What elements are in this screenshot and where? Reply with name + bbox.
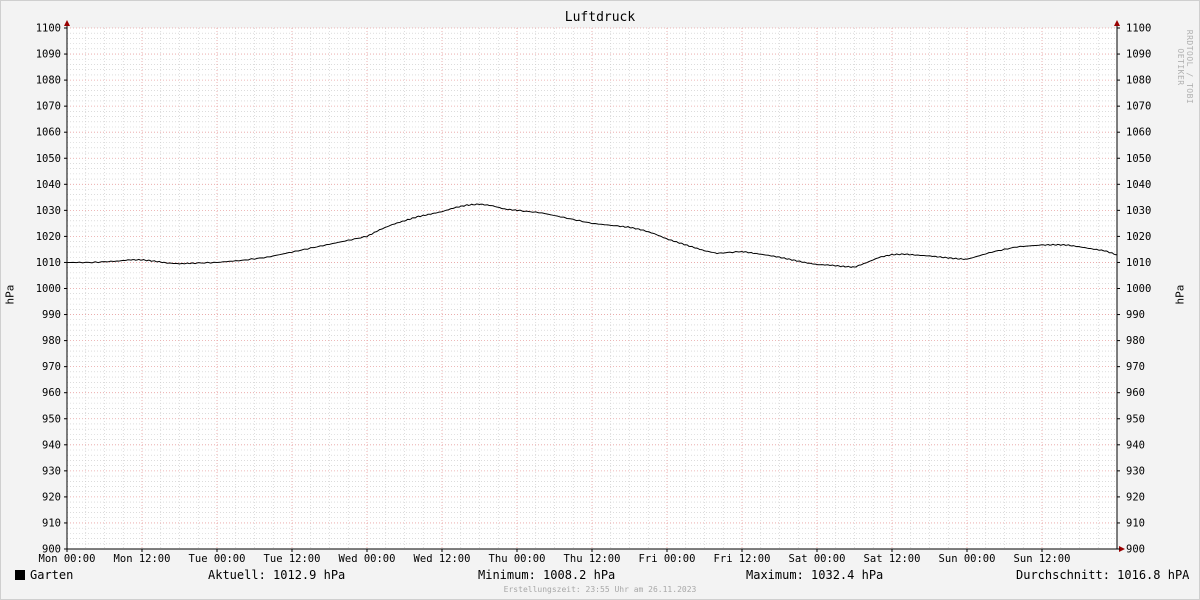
y-tick-label-right: 1060 — [1126, 127, 1151, 139]
x-tick-label: Thu 12:00 — [564, 553, 621, 565]
y-tick-label-left: 1050 — [36, 153, 61, 165]
x-tick-label: Fri 12:00 — [714, 553, 771, 565]
y-tick-label-left: 910 — [42, 517, 61, 529]
y-tick-label-left: 970 — [42, 361, 61, 373]
y-tick-label-left: 1020 — [36, 231, 61, 243]
legend-series-name: Garten — [30, 568, 74, 582]
chart-plot: 900 900910 910920 920930 930940 940950 950960 9… — [36, 20, 1151, 565]
y-tick-label-right: 970 — [1126, 361, 1145, 373]
creation-time: Erstellungszeit: 23:55 Uhr am 26.11.2023 — [503, 585, 697, 594]
x-tick-label: Sat 00:00 — [789, 553, 846, 565]
y-tick-label-right: 1030 — [1126, 205, 1151, 217]
y-tick-label-left: 1070 — [36, 101, 61, 113]
y-tick-label-right: 1100 — [1126, 23, 1151, 35]
y-tick-label-left: 960 — [42, 387, 61, 399]
x-tick-label: Thu 00:00 — [489, 553, 546, 565]
y-tick-label-right: 1070 — [1126, 101, 1151, 113]
y-tick-label-right: 1020 — [1126, 231, 1151, 243]
x-tick-label: Tue 00:00 — [189, 553, 246, 565]
x-tick-label: Fri 00:00 — [639, 553, 696, 565]
y-tick-label-right: 990 — [1126, 309, 1145, 321]
y-tick-label-right: 930 — [1126, 465, 1145, 477]
y-tick-label-left: 1010 — [36, 257, 61, 269]
x-tick-label: Sat 12:00 — [864, 553, 921, 565]
y-tick-label-left: 920 — [42, 491, 61, 503]
y-tick-label-left: 1100 — [36, 23, 61, 35]
legend-swatch-garten — [15, 570, 25, 580]
y-tick-label-right: 1050 — [1126, 153, 1151, 165]
stat-minimum: Minimum: 1008.2 hPa — [478, 568, 616, 582]
y-tick-label-left: 1030 — [36, 205, 61, 217]
stat-current: Aktuell: 1012.9 hPa — [208, 568, 346, 582]
y-tick-label-right: 1080 — [1126, 75, 1151, 87]
y-tick-label-right: 920 — [1126, 491, 1145, 503]
y-axis-arrow-right — [1114, 20, 1120, 26]
y-tick-label-right: 1000 — [1126, 283, 1151, 295]
x-tick-label: Sun 12:00 — [1014, 553, 1071, 565]
y-tick-label-left: 940 — [42, 439, 61, 451]
y-tick-label-left: 980 — [42, 335, 61, 347]
y-axis-arrow-left — [64, 20, 70, 26]
x-tick-label: Mon 12:00 — [114, 553, 171, 565]
y-tick-label-left: 1090 — [36, 49, 61, 61]
y-tick-label-right: 900 — [1126, 544, 1145, 556]
y-tick-label-left: 950 — [42, 413, 61, 425]
y-tick-label-right: 950 — [1126, 413, 1145, 425]
y-tick-label-left: 1000 — [36, 283, 61, 295]
y-tick-label-left: 1060 — [36, 127, 61, 139]
stat-average: Durchschnitt: 1016.8 hPA — [1016, 568, 1190, 582]
x-tick-label: Wed 12:00 — [414, 553, 471, 565]
x-tick-label: Wed 00:00 — [339, 553, 396, 565]
y-tick-label-right: 980 — [1126, 335, 1145, 347]
y-tick-label-left: 1040 — [36, 179, 61, 191]
y-tick-label-right: 1090 — [1126, 49, 1151, 61]
stat-maximum: Maximum: 1032.4 hPa — [746, 568, 884, 582]
x-tick-label: Mon 00:00 — [39, 553, 96, 565]
y-tick-label-right: 960 — [1126, 387, 1145, 399]
y-tick-label-right: 910 — [1126, 517, 1145, 529]
x-tick-label: Sun 00:00 — [939, 553, 996, 565]
y-tick-label-right: 1040 — [1126, 179, 1151, 191]
y-tick-label-right: 1010 — [1126, 257, 1151, 269]
y-tick-label-right: 940 — [1126, 439, 1145, 451]
y-tick-label-left: 930 — [42, 465, 61, 477]
y-tick-label-left: 990 — [42, 309, 61, 321]
x-tick-label: Tue 12:00 — [264, 553, 321, 565]
y-tick-label-left: 1080 — [36, 75, 61, 87]
